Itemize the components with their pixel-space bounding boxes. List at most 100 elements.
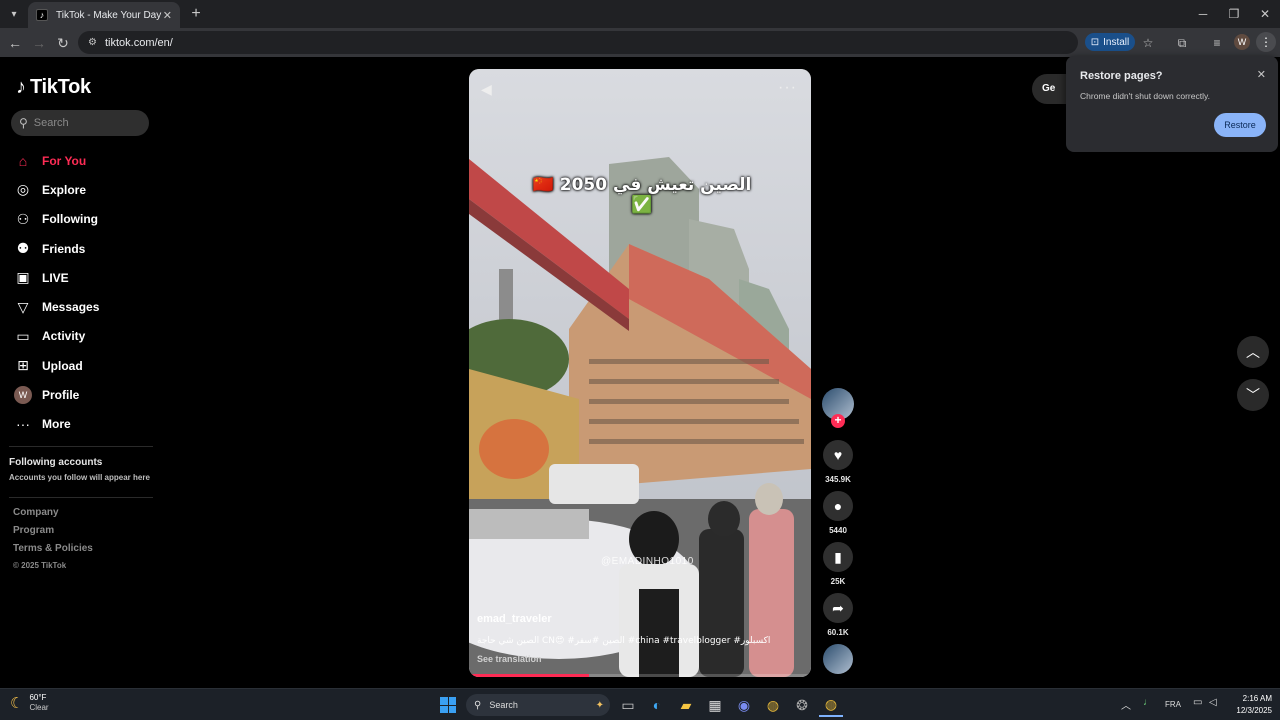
bookmark-star-icon[interactable]: ☆: [1138, 33, 1158, 53]
video-progress-bar[interactable]: [469, 674, 811, 677]
footer-link-program[interactable]: Program: [13, 525, 93, 543]
microphone-icon[interactable]: ♩: [1143, 697, 1153, 708]
footer-link-terms[interactable]: Terms & Policies: [13, 543, 93, 561]
install-app-button[interactable]: ⊡ Install: [1085, 33, 1135, 51]
sidebar-item-more[interactable]: ··· More: [14, 410, 154, 439]
tab-close-icon[interactable]: ✕: [163, 9, 172, 22]
sidebar-item-profile[interactable]: W Profile: [14, 380, 154, 409]
sidebar-item-friends[interactable]: ⚉ Friends: [14, 234, 154, 263]
sidebar-item-following[interactable]: ⚇ Following: [14, 205, 154, 234]
forward-icon[interactable]: →: [28, 32, 50, 54]
restore-button[interactable]: Restore: [1214, 113, 1266, 137]
video-actions: + ♥ 345.9K ● 5440 ▮ 25K ➦ 60.1K: [822, 388, 854, 674]
browser-toolbar: ← → ↻ ⚙ tiktok.com/en/ ⊡ Install ☆ ⧉ ≡ W…: [0, 28, 1280, 57]
new-tab-icon[interactable]: +: [186, 4, 206, 24]
video-author[interactable]: emad_traveler: [477, 613, 552, 625]
browser-tab[interactable]: ♪ TikTok - Make Your Day ✕: [28, 2, 180, 28]
browser-menu-icon[interactable]: ⋮: [1256, 32, 1276, 52]
paper-plane-icon: ▽: [17, 298, 29, 315]
address-bar[interactable]: ⚙ tiktok.com/en/: [78, 31, 1078, 54]
edge-icon[interactable]: ◐: [645, 693, 669, 717]
bookmark-icon[interactable]: ▮: [823, 542, 853, 572]
task-view-icon[interactable]: ▭: [616, 693, 640, 717]
sidebar-nav: ⌂ For You ◎ Explore ⚇ Following ⚉ Friend…: [14, 146, 154, 439]
volume-icon[interactable]: ◁: [1209, 697, 1217, 708]
previous-video-chevron-up-icon[interactable]: ︿: [1237, 336, 1269, 368]
comment-icon[interactable]: ●: [823, 491, 853, 521]
extensions-icon[interactable]: ⧉: [1172, 33, 1192, 53]
search-box[interactable]: ⚲: [11, 110, 149, 136]
next-video-chevron-down-icon[interactable]: ﹀: [1237, 379, 1269, 411]
system-clock[interactable]: 2:16 AM 12/3/2025: [1228, 693, 1272, 717]
sidebar-item-for-you[interactable]: ⌂ For You: [14, 146, 154, 175]
tiktok-logo[interactable]: ♪ TikTok: [16, 76, 91, 99]
follow-plus-icon[interactable]: +: [831, 414, 845, 428]
tray-chevron-up-icon[interactable]: ︿: [1121, 697, 1131, 712]
volume-icon[interactable]: ◀: [481, 81, 492, 98]
compass-icon: ◎: [16, 181, 30, 198]
sidebar-divider: [9, 446, 153, 447]
chrome-active-icon[interactable]: ◍: [819, 693, 843, 717]
video-more-icon[interactable]: ···: [778, 79, 797, 97]
minimize-icon[interactable]: ─: [1188, 4, 1218, 24]
sidebar-item-upload[interactable]: ⊞ Upload: [14, 351, 154, 380]
weather-desc: Clear: [29, 703, 49, 712]
restore-title: Restore pages?: [1080, 70, 1163, 82]
sidebar-item-label: Messages: [42, 300, 100, 315]
sidebar-item-explore[interactable]: ◎ Explore: [14, 175, 154, 204]
language-indicator[interactable]: FRA: [1165, 700, 1181, 709]
discord-icon[interactable]: ◉: [732, 693, 756, 717]
share-icon[interactable]: ➦: [823, 593, 853, 623]
ellipsis-icon: ···: [16, 416, 30, 433]
sidebar-item-activity[interactable]: ▭ Activity: [14, 322, 154, 351]
restore-window-icon[interactable]: ❐: [1219, 4, 1249, 24]
heart-icon[interactable]: ♥: [823, 440, 853, 470]
sidebar-item-messages[interactable]: ▽ Messages: [14, 292, 154, 321]
back-icon[interactable]: ←: [4, 32, 26, 54]
sidebar-item-label: For You: [42, 153, 87, 168]
file-explorer-icon[interactable]: ▰: [674, 693, 698, 717]
network-icon[interactable]: ▭: [1193, 697, 1202, 708]
video-player[interactable]: ◀ ··· الصين تعيش في 2050 🇨🇳✅ @EMADINHO10…: [469, 69, 811, 677]
see-translation-link[interactable]: See translation: [477, 654, 542, 664]
sidebar-item-label: Friends: [42, 241, 86, 256]
close-window-icon[interactable]: ✕: [1250, 4, 1280, 24]
search-input[interactable]: [33, 117, 134, 129]
share-count: 60.1K: [827, 628, 849, 637]
following-accounts-title: Following accounts: [9, 457, 103, 468]
app-icon[interactable]: ❂: [790, 693, 814, 717]
weather-widget[interactable]: ☾ 60°F Clear: [10, 693, 49, 713]
sidebar-item-live[interactable]: ▣ LIVE: [14, 263, 154, 292]
copyright: © 2025 TikTok: [13, 561, 67, 570]
search-icon: ⚲: [19, 116, 28, 130]
comment-count: 5440: [829, 526, 847, 535]
music-disc-icon: [823, 644, 853, 674]
following-accounts-subtitle: Accounts you follow will appear here: [9, 473, 150, 482]
tab-search-icon[interactable]: ▾: [4, 4, 24, 24]
clock-date: 12/3/2025: [1236, 706, 1272, 715]
media-control-icon[interactable]: ≡: [1207, 33, 1227, 53]
windows-taskbar: ☾ 60°F Clear ⚲ Search ✦ ▭ ◐ ▰ ▦ ◉ ◍ ❂ ◍ …: [0, 688, 1280, 720]
sidebar-item-label: Following: [42, 212, 98, 227]
moon-icon: ☾: [10, 695, 24, 712]
close-icon[interactable]: ✕: [1257, 68, 1266, 81]
chrome-icon[interactable]: ◍: [761, 693, 785, 717]
tiktok-note-icon: ♪: [16, 76, 26, 98]
taskbar-search[interactable]: ⚲ Search ✦: [466, 694, 610, 716]
footer-link-company[interactable]: Company: [13, 507, 93, 525]
site-info-icon[interactable]: ⚙: [88, 37, 97, 48]
store-icon[interactable]: ▦: [703, 693, 727, 717]
sidebar-divider: [9, 497, 153, 498]
browser-tab-strip: ▾ ♪ TikTok - Make Your Day ✕ + ─ ❐ ✕: [0, 0, 1280, 28]
reload-icon[interactable]: ↻: [52, 32, 74, 54]
restore-pages-popup: Restore pages? Chrome didn't shut down c…: [1066, 56, 1278, 152]
video-frame: [469, 69, 811, 677]
url-text: tiktok.com/en/: [104, 36, 173, 49]
sound-avatar[interactable]: [822, 644, 854, 674]
restore-message: Chrome didn't shut down correctly.: [1080, 91, 1210, 101]
browser-profile-avatar[interactable]: W: [1234, 34, 1250, 50]
home-icon: ⌂: [18, 152, 28, 169]
install-icon: ⊡: [1090, 36, 1100, 48]
windows-start-icon[interactable]: [440, 697, 456, 713]
creator-avatar[interactable]: +: [822, 388, 854, 428]
